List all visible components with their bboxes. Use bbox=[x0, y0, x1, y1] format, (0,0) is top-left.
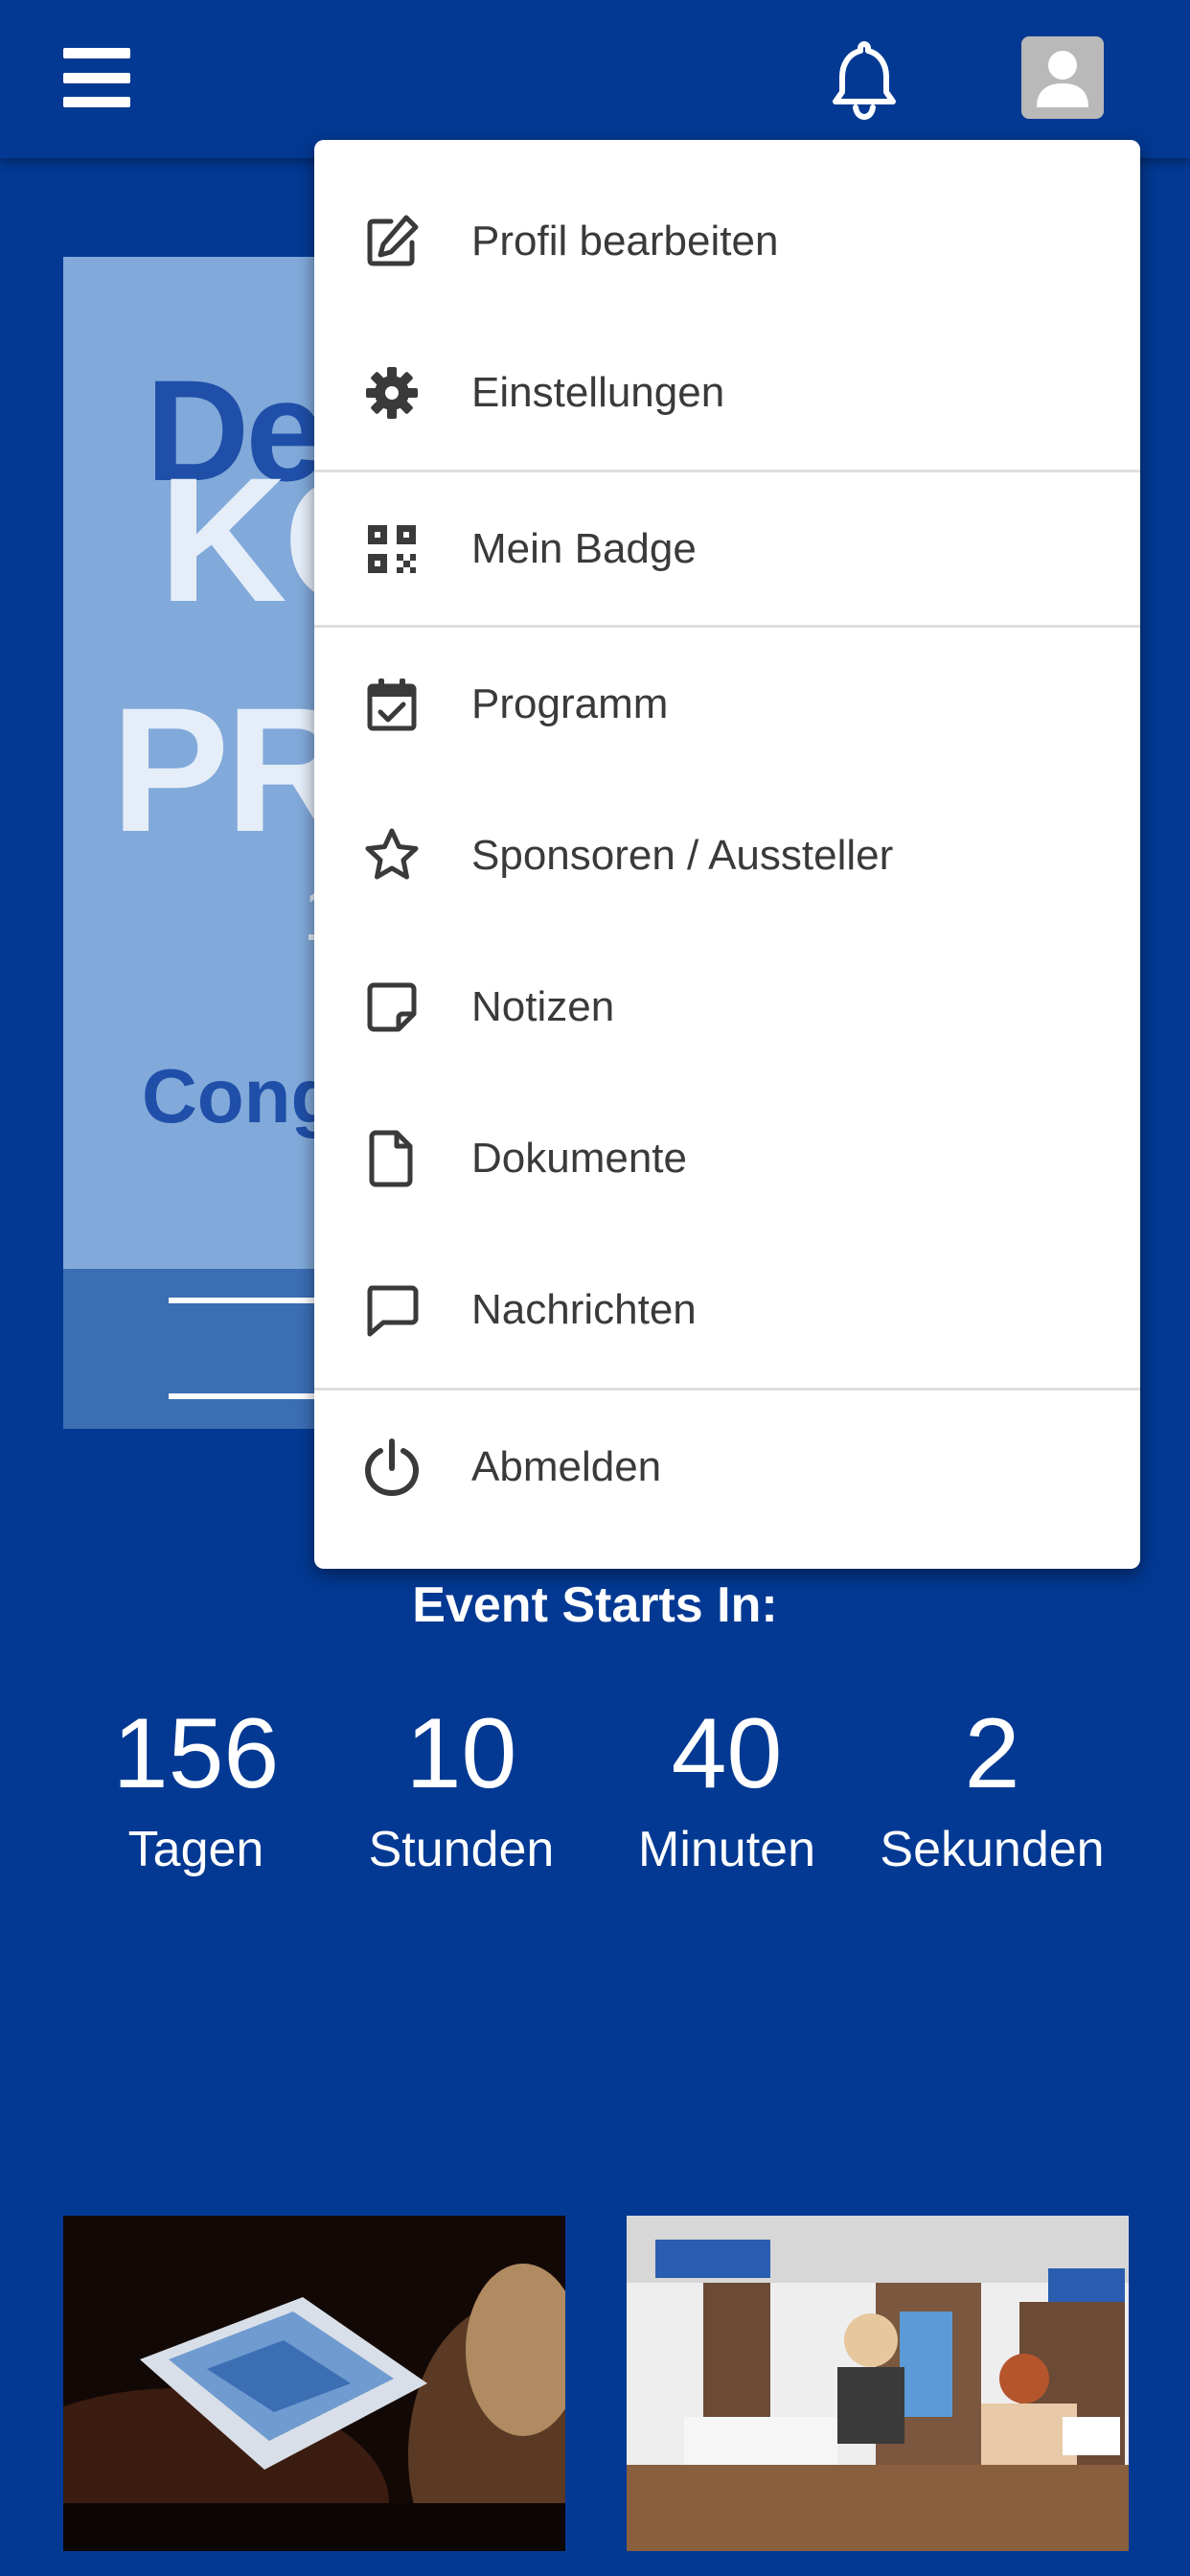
sticky-note-icon bbox=[367, 982, 417, 1032]
menu-divider bbox=[314, 1388, 1140, 1391]
menu-item-documents[interactable]: Dokumente bbox=[314, 1083, 1140, 1234]
countdown-minutes: 40 Minuten bbox=[594, 1696, 859, 1878]
countdown-label: Stunden bbox=[368, 1822, 555, 1877]
menu-item-label: Notizen bbox=[471, 983, 615, 1030]
menu-item-label: Programm bbox=[471, 680, 669, 727]
menu-item-label: Sponsoren / Aussteller bbox=[471, 832, 894, 879]
countdown-title: Event Starts In: bbox=[412, 1577, 778, 1633]
menu-item-program[interactable]: Programm bbox=[314, 629, 1140, 780]
menu-item-notes[interactable]: Notizen bbox=[314, 932, 1140, 1083]
menu-item-sponsors[interactable]: Sponsoren / Aussteller bbox=[314, 780, 1140, 932]
menu-item-label: Nachrichten bbox=[471, 1286, 697, 1333]
menu-item-settings[interactable]: Einstellungen bbox=[314, 317, 1140, 469]
menu-divider bbox=[314, 470, 1140, 472]
countdown-label: Sekunden bbox=[880, 1822, 1105, 1877]
menu-item-edit-profile[interactable]: Profil bearbeiten bbox=[314, 166, 1140, 317]
user-avatar-icon[interactable] bbox=[1021, 36, 1104, 119]
qr-code-icon bbox=[368, 525, 416, 573]
menu-item-label: Mein Badge bbox=[471, 525, 697, 572]
countdown-value: 2 bbox=[964, 1698, 1020, 1809]
countdown-value: 40 bbox=[671, 1698, 783, 1809]
document-icon bbox=[369, 1130, 413, 1187]
bell-icon[interactable] bbox=[826, 38, 903, 121]
countdown-hours: 10 Stunden bbox=[329, 1696, 594, 1878]
edit-icon bbox=[367, 215, 419, 266]
menu-item-label: Profil bearbeiten bbox=[471, 218, 779, 264]
menu-item-messages[interactable]: Nachrichten bbox=[314, 1234, 1140, 1386]
countdown-seconds: 2 Sekunden bbox=[859, 1696, 1125, 1878]
countdown-label: Tagen bbox=[127, 1822, 264, 1877]
calendar-check-icon bbox=[367, 678, 417, 731]
countdown-value: 156 bbox=[112, 1698, 280, 1809]
menu-item-label: Abmelden bbox=[471, 1443, 662, 1490]
top-bar bbox=[0, 0, 1190, 158]
menu-divider bbox=[314, 625, 1140, 628]
gear-icon bbox=[366, 367, 418, 419]
menu-item-label: Dokumente bbox=[471, 1135, 688, 1182]
countdown: 156 Tagen 10 Stunden 40 Minuten 2 Sekund… bbox=[63, 1696, 1127, 1907]
menu-item-label: Einstellungen bbox=[471, 369, 725, 416]
power-icon bbox=[364, 1438, 420, 1497]
profile-dropdown-menu: Profil bearbeiten Einstellungen Mein Bad… bbox=[314, 140, 1140, 1569]
star-icon bbox=[365, 828, 419, 880]
countdown-label: Minuten bbox=[638, 1822, 815, 1877]
chat-icon bbox=[367, 1285, 419, 1337]
hamburger-menu-icon[interactable] bbox=[63, 48, 130, 107]
countdown-value: 10 bbox=[405, 1698, 517, 1809]
event-photo-registration-desk[interactable] bbox=[627, 2216, 1129, 2551]
countdown-days: 156 Tagen bbox=[63, 1696, 329, 1878]
event-photo-brochure[interactable] bbox=[63, 2216, 565, 2551]
menu-item-my-badge[interactable]: Mein Badge bbox=[314, 473, 1140, 625]
menu-item-logout[interactable]: Abmelden bbox=[314, 1392, 1140, 1543]
hero-text-line-5: Cong bbox=[142, 1053, 338, 1138]
